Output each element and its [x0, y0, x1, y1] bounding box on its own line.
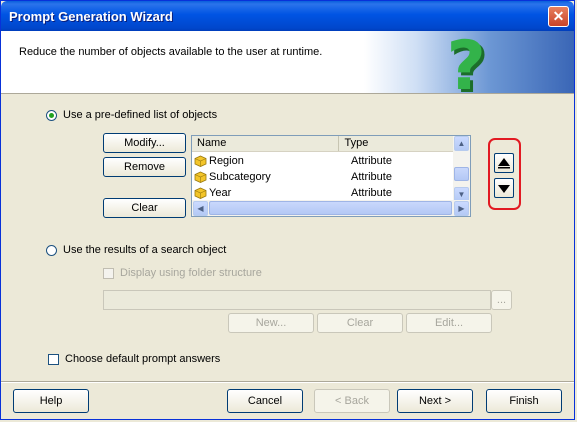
- default-answers-label: Choose default prompt answers: [65, 353, 221, 365]
- item-name: Year: [209, 187, 232, 199]
- checkbox[interactable]: [103, 267, 114, 279]
- vertical-scroll-thumb[interactable]: [454, 167, 469, 181]
- radio-button[interactable]: [46, 244, 57, 256]
- item-type: Attribute: [351, 155, 392, 167]
- edit-button[interactable]: Edit...: [406, 313, 492, 333]
- predefined-list-label: Use a pre-defined list of objects: [63, 109, 218, 121]
- browse-button[interactable]: ...: [491, 290, 512, 310]
- modify-button[interactable]: Modify...: [103, 133, 186, 153]
- move-up-button[interactable]: [494, 153, 514, 173]
- column-header-name[interactable]: Name: [192, 136, 340, 151]
- predefined-list-radio[interactable]: Use a pre-defined list of objects: [46, 109, 217, 121]
- close-button[interactable]: ✕: [548, 6, 569, 27]
- horizontal-scrollbar[interactable]: ◀ ▶: [192, 200, 470, 216]
- list-header: Name Type: [192, 136, 470, 152]
- move-up-icon: [498, 158, 510, 169]
- list-item[interactable]: Year Attribute: [194, 185, 392, 201]
- footer-separator: [1, 381, 574, 383]
- finish-button[interactable]: Finish: [486, 389, 562, 413]
- scroll-up-icon[interactable]: ▲: [454, 136, 469, 151]
- scroll-right-icon[interactable]: ▶: [454, 201, 469, 216]
- wizard-window: Prompt Generation Wizard ✕ Reduce the nu…: [0, 0, 575, 420]
- vertical-scrollbar[interactable]: ▲ ▼: [453, 136, 470, 202]
- wizard-banner: ?: [364, 27, 574, 106]
- wizard-header: Reduce the number of objects available t…: [1, 27, 574, 106]
- new-button[interactable]: New...: [228, 313, 314, 333]
- item-name: Subcategory: [209, 171, 271, 183]
- move-down-icon: [498, 185, 510, 193]
- horizontal-scroll-thumb[interactable]: [209, 201, 452, 215]
- header-description: Reduce the number of objects available t…: [19, 46, 323, 58]
- title-bar[interactable]: Prompt Generation Wizard ✕: [1, 1, 574, 31]
- attribute-icon: [194, 171, 207, 183]
- default-answers-checkbox[interactable]: Choose default prompt answers: [48, 353, 220, 365]
- clear-list-button[interactable]: Clear: [103, 198, 186, 218]
- radio-button[interactable]: [46, 109, 57, 121]
- clear-search-button[interactable]: Clear: [317, 313, 403, 333]
- list-item[interactable]: Region Attribute: [194, 153, 392, 169]
- cancel-button[interactable]: Cancel: [227, 389, 303, 413]
- attribute-icon: [194, 187, 207, 199]
- item-type: Attribute: [351, 171, 392, 183]
- objects-list[interactable]: Name Type Region Attribute Subcategory A…: [191, 135, 471, 217]
- back-button[interactable]: < Back: [314, 389, 390, 413]
- list-item[interactable]: Subcategory Attribute: [194, 169, 392, 185]
- search-object-radio[interactable]: Use the results of a search object: [46, 244, 226, 256]
- help-button[interactable]: Help: [13, 389, 89, 413]
- question-mark-icon: ?: [446, 27, 486, 106]
- item-type: Attribute: [351, 187, 392, 199]
- move-down-button[interactable]: [494, 178, 514, 198]
- close-icon: ✕: [552, 8, 565, 24]
- display-folder-label: Display using folder structure: [120, 267, 262, 279]
- column-header-type[interactable]: Type: [339, 136, 470, 151]
- attribute-icon: [194, 155, 207, 167]
- scroll-left-icon[interactable]: ◀: [193, 201, 208, 216]
- remove-button[interactable]: Remove: [103, 157, 186, 177]
- move-buttons-highlight: [488, 138, 521, 210]
- next-button[interactable]: Next >: [397, 389, 473, 413]
- display-folder-checkbox[interactable]: Display using folder structure: [103, 267, 262, 279]
- window-title: Prompt Generation Wizard: [9, 9, 173, 24]
- search-object-label: Use the results of a search object: [63, 244, 227, 256]
- checkbox[interactable]: [48, 353, 59, 365]
- search-object-field[interactable]: [103, 290, 491, 310]
- item-name: Region: [209, 155, 244, 167]
